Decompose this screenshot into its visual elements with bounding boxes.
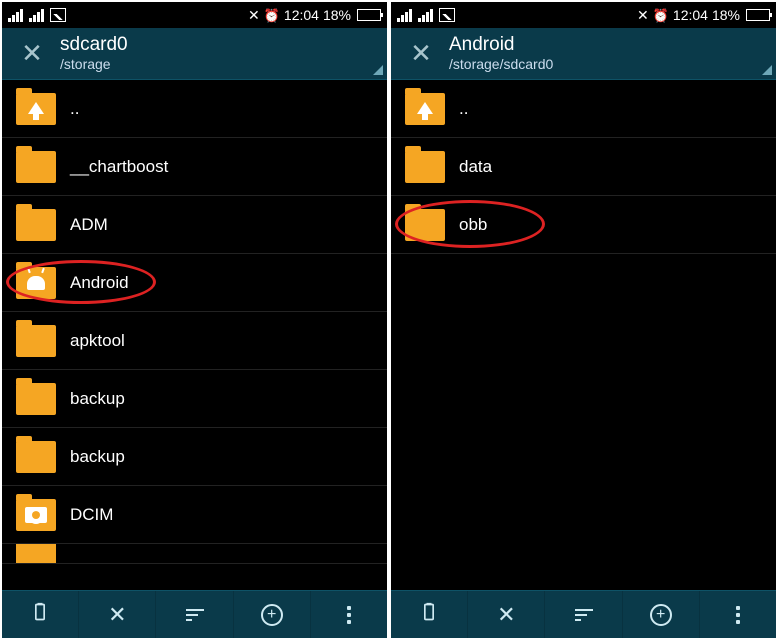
battery-icon [357,9,381,21]
plus-icon: + [261,604,283,626]
path-header[interactable]: ✕ sdcard0 /storage [2,28,387,80]
item-label: .. [70,99,79,119]
path-header[interactable]: ✕ Android /storage/sdcard0 [391,28,776,80]
camera-folder-icon [16,499,56,531]
list-item[interactable]: apktool [2,312,387,370]
folder-icon [16,544,56,564]
cancel-button[interactable]: ✕ [468,591,545,638]
add-button[interactable]: + [623,591,700,638]
alarm-icon [264,7,280,24]
list-item-up[interactable]: .. [391,80,776,138]
menu-dots-icon [347,606,351,624]
item-label: .. [459,99,468,119]
folder-icon [16,151,56,183]
bottom-toolbar: ✕ + [2,590,387,638]
status-bar: ✕ 12:04 18% [391,2,776,28]
bottom-toolbar: ✕ + [391,590,776,638]
file-list: .. data obb [391,80,776,590]
close-button[interactable]: ✕ [397,30,445,78]
signal-icon [8,8,23,22]
alarm-icon [653,7,669,24]
dropdown-indicator-icon[interactable] [373,65,383,75]
list-item[interactable]: ADM [2,196,387,254]
folder-up-icon [16,93,56,125]
screen-right: ✕ 12:04 18% ✕ Android /storage/sdcard0 .… [391,2,776,638]
item-label: ADM [70,215,108,235]
sort-icon [575,609,593,621]
folder-path: /storage [60,56,387,72]
folder-up-icon [405,93,445,125]
menu-button[interactable] [311,591,387,638]
list-item[interactable]: backup [2,370,387,428]
close-button[interactable]: ✕ [8,30,56,78]
list-item[interactable]: backup [2,428,387,486]
folder-icon [405,209,445,241]
dropdown-indicator-icon[interactable] [762,65,772,75]
battery-percent: 18% [712,7,740,23]
list-item[interactable]: data [391,138,776,196]
folder-title: sdcard0 [60,35,387,56]
signal-icon [397,8,412,22]
menu-dots-icon [736,606,740,624]
sort-icon [186,609,204,621]
item-label: obb [459,215,487,235]
folder-path: /storage/sdcard0 [449,56,776,72]
mute-icon: ✕ [248,7,260,24]
picture-icon [50,8,66,22]
item-label: __chartboost [70,157,168,177]
item-label: backup [70,447,125,467]
folder-icon [16,209,56,241]
list-item-up[interactable]: .. [2,80,387,138]
signal-icon-2 [29,8,44,22]
status-time: 12:04 [673,7,708,23]
close-icon: ✕ [108,602,126,628]
folder-icon [16,441,56,473]
paste-icon [419,601,439,629]
list-item[interactable]: __chartboost [2,138,387,196]
list-item-partial[interactable] [2,544,387,564]
folder-title: Android [449,35,776,56]
plus-icon: + [650,604,672,626]
item-label: data [459,157,492,177]
battery-icon [746,9,770,21]
signal-icon-2 [418,8,433,22]
folder-icon [16,325,56,357]
item-label: apktool [70,331,125,351]
close-icon: ✕ [497,602,515,628]
folder-icon [16,383,56,415]
list-item[interactable]: DCIM [2,486,387,544]
battery-percent: 18% [323,7,351,23]
sort-button[interactable] [156,591,233,638]
status-time: 12:04 [284,7,319,23]
sort-button[interactable] [545,591,622,638]
paste-button[interactable] [2,591,79,638]
file-list: .. __chartboost ADM Android apktool back… [2,80,387,590]
list-item-obb[interactable]: obb [391,196,776,254]
paste-button[interactable] [391,591,468,638]
item-label: Android [70,273,129,293]
list-item-android[interactable]: Android [2,254,387,312]
status-bar: ✕ 12:04 18% [2,2,387,28]
screen-left: ✕ 12:04 18% ✕ sdcard0 /storage .. __char… [2,2,387,638]
cancel-button[interactable]: ✕ [79,591,156,638]
android-folder-icon [16,267,56,299]
mute-icon: ✕ [637,7,649,24]
item-label: backup [70,389,125,409]
menu-button[interactable] [700,591,776,638]
item-label: DCIM [70,505,113,525]
paste-icon [30,601,50,629]
add-button[interactable]: + [234,591,311,638]
folder-icon [405,151,445,183]
picture-icon [439,8,455,22]
